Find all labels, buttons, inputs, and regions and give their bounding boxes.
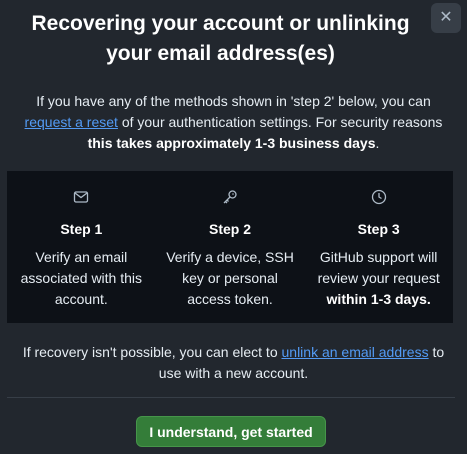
step-title: Step 2 — [209, 221, 252, 237]
steps-panel: Step 1 Verify an email associated with t… — [7, 171, 453, 323]
divider — [7, 397, 455, 398]
key-icon — [156, 187, 305, 207]
step-description: Verify a device, SSH key or personal acc… — [166, 249, 294, 307]
intro-end: . — [375, 135, 380, 151]
dialog-title: Recovering your account or unlinking you… — [31, 12, 410, 65]
step-title: Step 3 — [357, 221, 400, 237]
intro-paragraph: If you have any of the methods shown in … — [18, 91, 449, 154]
step-title: Step 1 — [60, 221, 103, 237]
intro-text: If you have any of the methods shown in … — [36, 93, 431, 109]
step-description: GitHub support will review your request … — [317, 249, 440, 307]
recovery-text: If recovery isn't possible, you can elec… — [22, 344, 282, 360]
recovery-note: If recovery isn't possible, you can elec… — [18, 342, 449, 384]
step-3: Step 3 GitHub support will review your r… — [304, 171, 453, 323]
intro-bold: this takes approximately 1-3 business da… — [87, 135, 376, 151]
intro-text-2: of your authentication settings. For sec… — [117, 114, 443, 130]
get-started-button[interactable]: I understand, get started — [136, 416, 326, 447]
clock-icon — [304, 187, 453, 207]
step-2: Step 2 Verify a device, SSH key or perso… — [156, 171, 305, 323]
mail-icon — [7, 187, 156, 207]
unlink-email-link[interactable]: unlink an email address — [282, 344, 429, 360]
step-1: Step 1 Verify an email associated with t… — [7, 171, 156, 323]
close-button[interactable]: ✕ — [431, 3, 461, 33]
step-description: Verify an email associated with this acc… — [20, 249, 143, 307]
close-icon: ✕ — [439, 9, 453, 26]
recovery-dialog: ✕ Recovering your account or unlinking y… — [0, 0, 467, 454]
request-reset-link[interactable]: request a reset — [25, 114, 118, 130]
